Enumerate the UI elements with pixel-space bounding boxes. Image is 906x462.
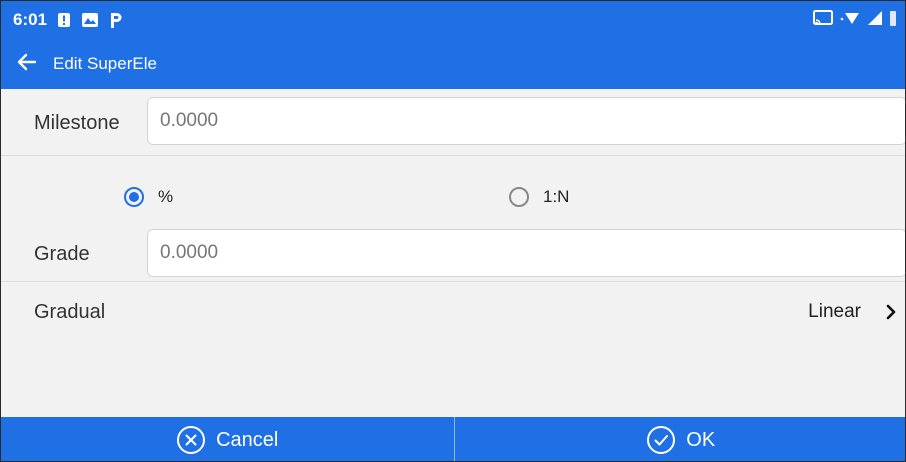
radio-unchecked-icon (509, 187, 529, 207)
ok-label: OK (686, 428, 716, 451)
page-title: Edit SuperEle (53, 54, 157, 73)
parking-icon (109, 11, 123, 29)
form-content: Milestone 0.0000 % 1:N Grade 0.0000 Grad… (1, 89, 905, 417)
status-time: 6:01 (13, 10, 48, 29)
radio-percent[interactable]: % (124, 187, 173, 207)
cast-icon (813, 9, 833, 31)
chevron-right-icon (885, 303, 897, 326)
cancel-circle-icon (176, 425, 206, 455)
app-screen: 6:01 Edit SuperEle Milestone 0.0000 % 1:… (0, 0, 906, 462)
signal-icon (867, 10, 883, 31)
check-circle-icon (646, 425, 676, 455)
cancel-button[interactable]: Cancel (1, 417, 454, 461)
bottom-action-bar: Cancel OK (1, 417, 906, 461)
grade-label: Grade (34, 243, 90, 265)
gradual-label: Gradual (34, 301, 106, 323)
ok-button[interactable]: OK (455, 417, 906, 461)
alert-icon (57, 12, 71, 28)
system-status-icons (813, 1, 897, 39)
divider (1, 281, 905, 282)
milestone-value: 0.0000 (160, 110, 219, 131)
photo-icon (81, 12, 99, 28)
gradual-value: Linear (808, 301, 861, 322)
radio-percent-label: % (158, 187, 174, 206)
cancel-label: Cancel (216, 428, 279, 451)
grade-value: 0.0000 (160, 242, 219, 263)
grade-input[interactable]: 0.0000 (147, 229, 905, 277)
back-arrow-icon (17, 53, 37, 76)
divider (1, 155, 905, 156)
milestone-input[interactable]: 0.0000 (147, 97, 905, 145)
gradual-selector[interactable]: Gradual Linear (1, 283, 905, 343)
milestone-label: Milestone (34, 112, 120, 134)
radio-checked-icon (124, 187, 144, 207)
battery-icon (889, 9, 897, 32)
wifi-icon (839, 9, 861, 32)
radio-ratio[interactable]: 1:N (509, 187, 569, 207)
back-button[interactable] (7, 39, 47, 89)
status-bar: 6:01 (1, 1, 905, 39)
radio-ratio-label: 1:N (543, 187, 570, 206)
app-bar: Edit SuperEle (1, 39, 905, 89)
